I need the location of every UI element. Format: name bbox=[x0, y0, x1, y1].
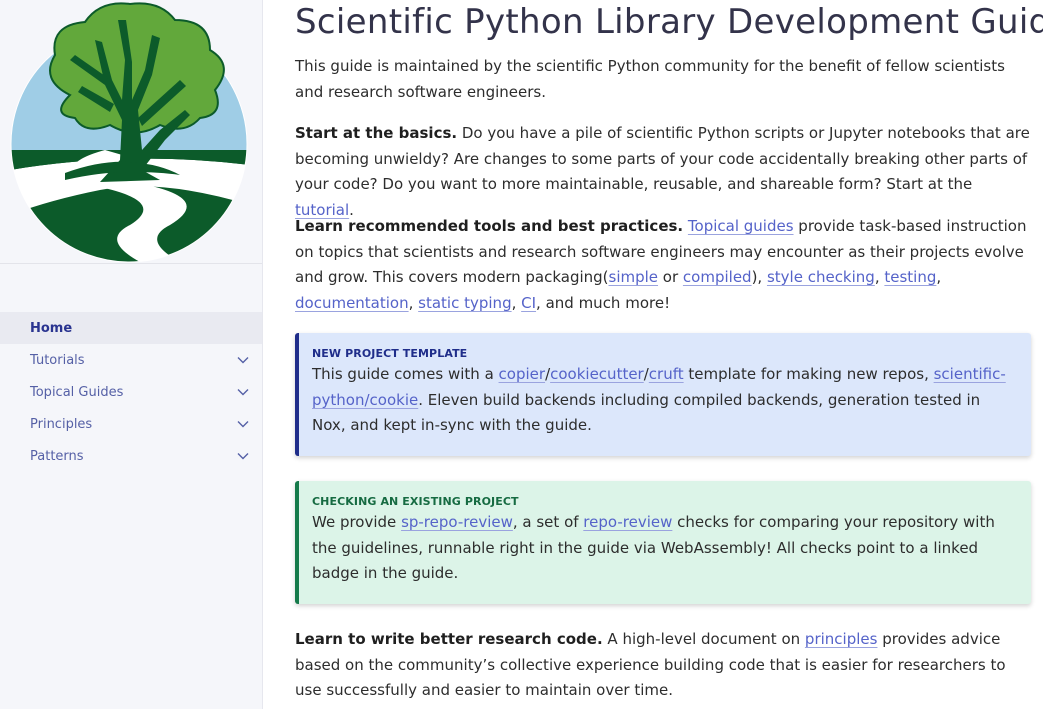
tools-end: , and much more! bbox=[536, 294, 671, 313]
nav-item-tutorials[interactable]: Tutorials bbox=[0, 344, 262, 376]
sidebar-nav: Home Tutorials Topical Guides Principles… bbox=[0, 312, 262, 472]
nav-item-label: Principles bbox=[30, 416, 93, 432]
nav-item-label: Home bbox=[30, 320, 73, 336]
repo-review-link[interactable]: repo-review bbox=[583, 513, 672, 531]
simple-link[interactable]: simple bbox=[609, 268, 659, 286]
nav-item-principles[interactable]: Principles bbox=[0, 408, 262, 440]
tools-sep: , bbox=[936, 268, 942, 287]
topical-guides-link[interactable]: Topical guides bbox=[688, 217, 794, 235]
intro-paragraph: This guide is maintained by the scientif… bbox=[295, 57, 1005, 101]
existing-project-admonition: CHECKING AN EXISTING PROJECT We provide … bbox=[295, 481, 1031, 604]
chevron-down-icon[interactable] bbox=[236, 449, 250, 463]
nav-item-label: Tutorials bbox=[30, 352, 85, 368]
chevron-down-icon[interactable] bbox=[236, 385, 250, 399]
basics-lead: Start at the basics. bbox=[295, 124, 458, 142]
logo[interactable] bbox=[0, 0, 262, 264]
sp-repo-review-link[interactable]: sp-repo-review bbox=[401, 513, 513, 531]
admonition-text: , a set of bbox=[512, 513, 584, 531]
research-lead: Learn to write better research code. bbox=[295, 630, 603, 648]
chevron-down-icon[interactable] bbox=[236, 417, 250, 431]
nav-item-label: Topical Guides bbox=[30, 384, 124, 400]
tools-sep: , bbox=[511, 294, 522, 313]
nav-item-label: Patterns bbox=[30, 448, 84, 464]
new-project-admonition: NEW PROJECT TEMPLATE This guide comes wi… bbox=[295, 333, 1031, 456]
tools-lead: Learn recommended tools and best practic… bbox=[295, 217, 684, 235]
tools-sep: ), bbox=[751, 268, 767, 287]
sidebar: Home Tutorials Topical Guides Principles… bbox=[0, 0, 263, 709]
cruft-link[interactable]: cruft bbox=[649, 365, 684, 383]
research-paragraph: Learn to write better research code. A h… bbox=[295, 627, 1030, 704]
tools-sep: , bbox=[408, 294, 419, 313]
nav-item-topical-guides[interactable]: Topical Guides bbox=[0, 376, 262, 408]
admonition-text: This guide comes with a bbox=[312, 365, 499, 383]
admonition-title: CHECKING AN EXISTING PROJECT bbox=[312, 495, 519, 508]
style-checking-link[interactable]: style checking bbox=[767, 268, 875, 286]
static-typing-link[interactable]: static typing bbox=[418, 294, 511, 312]
tools-or: or bbox=[658, 268, 683, 287]
nav-item-home[interactable]: Home bbox=[0, 312, 262, 344]
documentation-link[interactable]: documentation bbox=[295, 294, 409, 312]
chevron-down-icon[interactable] bbox=[236, 353, 250, 367]
page-title: Scientific Python Library Development Gu… bbox=[295, 2, 1043, 42]
tools-sep: , bbox=[874, 268, 885, 287]
ci-link[interactable]: CI bbox=[521, 294, 536, 312]
compiled-link[interactable]: compiled bbox=[683, 268, 752, 286]
cookiecutter-link[interactable]: cookiecutter bbox=[550, 365, 644, 383]
admonition-title: NEW PROJECT TEMPLATE bbox=[312, 347, 468, 360]
admonition-body: This guide comes with a copier/cookiecut… bbox=[312, 362, 1017, 439]
admonition-body: We provide sp-repo-review, a set of repo… bbox=[312, 510, 1017, 587]
admonition-text: We provide bbox=[312, 513, 402, 531]
principles-link[interactable]: principles bbox=[805, 630, 878, 648]
tools-paragraph: Learn recommended tools and best practic… bbox=[295, 214, 1030, 317]
nav-item-patterns[interactable]: Patterns bbox=[0, 440, 262, 472]
research-text: A high-level document on bbox=[602, 630, 805, 648]
basics-paragraph: Start at the basics. Do you have a pile … bbox=[295, 121, 1030, 224]
admonition-text: template for making new repos, bbox=[683, 365, 934, 383]
testing-link[interactable]: testing bbox=[884, 268, 936, 286]
tree-logo-icon bbox=[10, 2, 248, 263]
copier-link[interactable]: copier bbox=[499, 365, 546, 383]
